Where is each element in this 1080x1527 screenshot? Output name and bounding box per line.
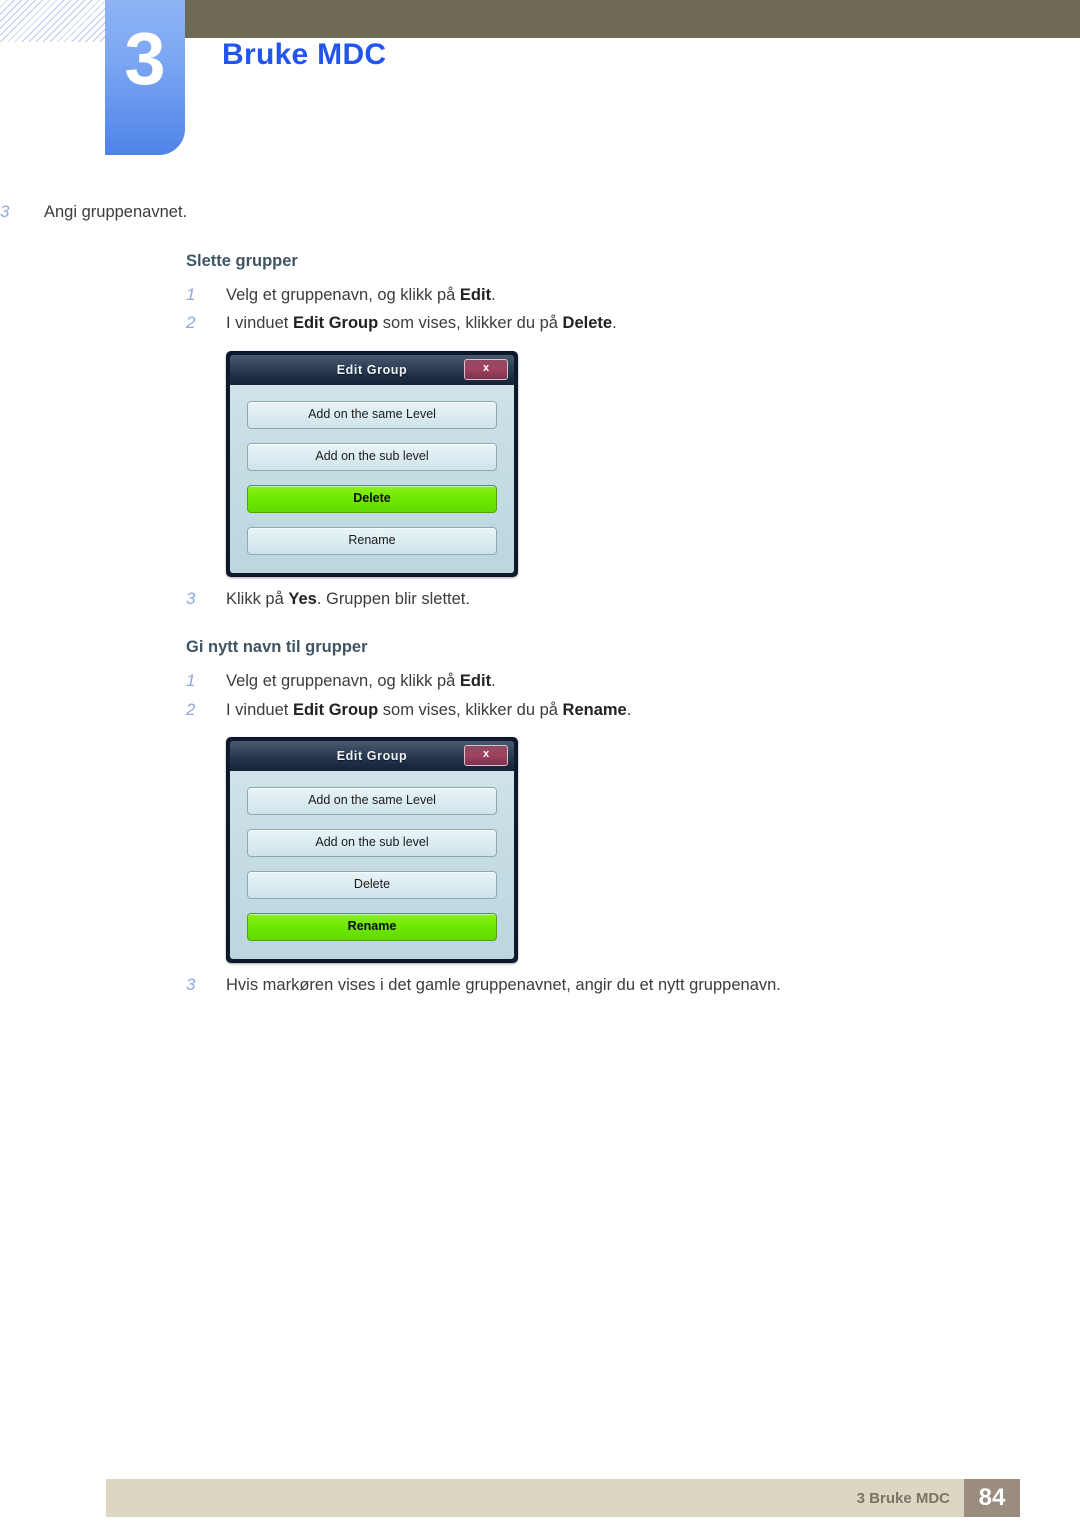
step-text: Velg et gruppenavn, og klikk på Edit.: [226, 672, 496, 691]
step-number: 1: [186, 671, 196, 691]
chapter-number-badge: 3: [105, 0, 185, 155]
dialog-body: Add on the same Level Add on the sub lev…: [230, 384, 514, 573]
add-on-sub-level-button[interactable]: Add on the sub level: [247, 829, 497, 858]
dialog-frame: Edit Group x Add on the same Level Add o…: [226, 737, 518, 964]
step-text: I vinduet Edit Group som vises, klikker …: [226, 314, 617, 333]
header-bar: [106, 0, 1080, 38]
add-on-same-level-button[interactable]: Add on the same Level: [247, 787, 497, 816]
step-number: 2: [186, 699, 196, 719]
section-heading-slette-grupper: Slette grupper: [186, 251, 298, 270]
dialog-body: Add on the same Level Add on the sub lev…: [230, 771, 514, 960]
add-on-sub-level-button[interactable]: Add on the sub level: [247, 442, 497, 471]
step-number: 3: [186, 588, 196, 608]
rename-button[interactable]: Rename: [247, 526, 497, 555]
steps-list-slette-grupper: 1 Velg et gruppenavn, og klikk på Edit. …: [186, 283, 1080, 337]
step-number: 3: [186, 975, 196, 995]
delete-button[interactable]: Delete: [247, 871, 497, 900]
dialog-title: Edit Group: [336, 362, 408, 377]
step-text: Hvis markøren vises i det gamle gruppena…: [226, 976, 781, 995]
dialog-titlebar: Edit Group x: [230, 741, 514, 772]
section-heading-gi-nytt-navn: Gi nytt navn til grupper: [186, 638, 368, 657]
close-icon[interactable]: x: [464, 358, 508, 380]
dialog-titlebar: Edit Group x: [230, 354, 514, 385]
list-item: 1 Velg et gruppenavn, og klikk på Edit.: [186, 283, 1080, 309]
step-text: I vinduet Edit Group som vises, klikker …: [226, 700, 632, 719]
edit-group-dialog-delete: Edit Group x Add on the same Level Add o…: [226, 350, 1080, 577]
list-item: 2 I vinduet Edit Group som vises, klikke…: [186, 311, 1080, 337]
dialog-title: Edit Group: [336, 749, 408, 764]
rename-button[interactable]: Rename: [247, 913, 497, 942]
edit-group-dialog-rename: Edit Group x Add on the same Level Add o…: [226, 737, 1080, 964]
delete-button[interactable]: Delete: [247, 484, 497, 513]
page-number: 84: [964, 1479, 1020, 1517]
steps-list-slette-grupper-final: 3 Klikk på Yes. Gruppen blir slettet.: [186, 587, 1080, 613]
list-item: 1 Velg et gruppenavn, og klikk på Edit.: [186, 669, 1080, 695]
step-number: 3: [0, 202, 10, 221]
step-text: Klikk på Yes. Gruppen blir slettet.: [226, 589, 470, 608]
page-footer: 3 Bruke MDC 84: [106, 1479, 1020, 1517]
footer-label: 3 Bruke MDC: [856, 1489, 950, 1507]
steps-list-gi-nytt-navn: 1 Velg et gruppenavn, og klikk på Edit. …: [186, 669, 1080, 723]
list-item: 3 Angi gruppenavnet.: [0, 200, 1080, 226]
step-number: 1: [186, 284, 196, 304]
step-text: Angi gruppenavnet.: [44, 203, 188, 221]
step-number: 2: [186, 313, 196, 333]
page-content: 3 Angi gruppenavnet. Slette grupper 1 Ve…: [0, 200, 1080, 1002]
page-title: Bruke MDC: [222, 38, 387, 71]
list-item: 3 Hvis markøren vises i det gamle gruppe…: [186, 973, 1080, 999]
step-text: Velg et gruppenavn, og klikk på Edit.: [226, 285, 496, 304]
add-on-same-level-button[interactable]: Add on the same Level: [247, 400, 497, 429]
hatch-decoration: [0, 0, 106, 42]
dialog-frame: Edit Group x Add on the same Level Add o…: [226, 350, 518, 577]
steps-list-gi-nytt-navn-final: 3 Hvis markøren vises i det gamle gruppe…: [186, 973, 1080, 999]
close-icon[interactable]: x: [464, 745, 508, 767]
list-item: 2 I vinduet Edit Group som vises, klikke…: [186, 698, 1080, 724]
list-item: 3 Klikk på Yes. Gruppen blir slettet.: [186, 587, 1080, 613]
